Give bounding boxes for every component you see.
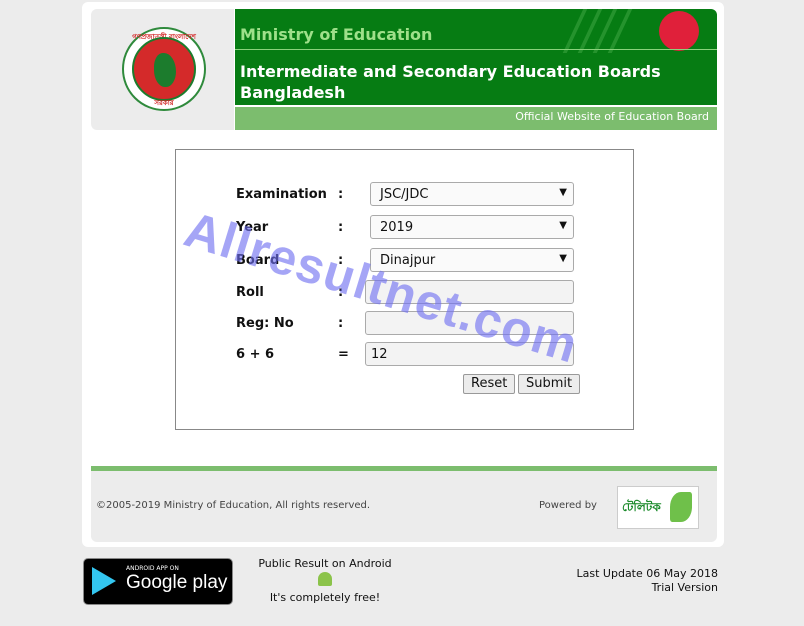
powered-by-text: Powered by <box>539 500 597 511</box>
dropdown-arrow-icon: ▼ <box>559 220 567 231</box>
android-icon <box>318 572 332 586</box>
site-footer: ©2005-2019 Ministry of Education, All ri… <box>91 471 717 542</box>
colon: : <box>338 220 344 235</box>
last-update-text: Last Update 06 May 2018 <box>576 567 718 580</box>
site-header: গণপ্রজাতন্ত্রী বাংলাদেশ সরকার Ministry o… <box>91 9 717 130</box>
examination-select[interactable]: JSC/JDC ▼ <box>370 182 574 206</box>
official-text: Official Website of Education Board <box>515 110 709 123</box>
google-play-badge[interactable]: ANDROID APP ON Google play <box>83 558 233 605</box>
leaf-icon <box>670 492 692 522</box>
boards-title: Intermediate and Secondary Education Boa… <box>240 61 661 103</box>
android-line1: Public Result on Android <box>258 557 392 570</box>
colon: : <box>338 187 344 202</box>
boards-title-line1: Intermediate and Secondary Education Boa… <box>240 62 661 81</box>
seal-emblem <box>132 37 196 101</box>
colon: : <box>338 316 344 331</box>
teletalk-logo-text: টেলিটক <box>622 500 661 514</box>
header-banner: Ministry of Education Intermediate and S… <box>235 9 717 105</box>
update-info: Last Update 06 May 2018 Trial Version <box>577 567 718 595</box>
examination-value: JSC/JDC <box>380 187 429 202</box>
examination-label: Examination <box>236 187 327 202</box>
play-store-icon <box>92 567 116 595</box>
government-seal-logo: গণপ্রজাতন্ত্রী বাংলাদেশ সরকার <box>122 27 206 111</box>
ministry-title: Ministry of Education <box>240 25 433 44</box>
dropdown-arrow-icon: ▼ <box>559 187 567 198</box>
android-line2: It's completely free! <box>269 591 381 604</box>
roll-label: Roll <box>236 285 264 300</box>
reg-label: Reg: No <box>236 316 294 331</box>
seal-text-bottom: সরকার <box>154 99 174 107</box>
equals-sign: = <box>338 347 349 362</box>
gplay-small-text: ANDROID APP ON <box>126 565 179 572</box>
logo-area: গণপ্রজাতন্ত্রী বাংলাদেশ সরকার <box>91 9 234 130</box>
year-select[interactable]: 2019 ▼ <box>370 215 574 239</box>
header-divider <box>235 49 717 50</box>
flag-icon <box>659 11 699 51</box>
boards-title-line2: Bangladesh <box>240 83 346 102</box>
official-bar: Official Website of Education Board <box>235 107 717 130</box>
reset-button[interactable]: Reset <box>463 374 516 394</box>
submit-button[interactable]: Submit <box>518 374 581 394</box>
gplay-big-text: Google play <box>126 572 228 593</box>
android-info: Public Result on Android It's completely… <box>240 557 410 604</box>
trial-version-text: Trial Version <box>651 581 718 594</box>
year-value: 2019 <box>380 220 414 235</box>
captcha-label: 6 + 6 <box>236 347 275 362</box>
dropdown-arrow-icon: ▼ <box>559 253 567 264</box>
map-icon <box>154 53 176 87</box>
copyright-text: ©2005-2019 Ministry of Education, All ri… <box>96 500 371 511</box>
teletalk-logo[interactable]: টেলিটক <box>617 486 699 529</box>
